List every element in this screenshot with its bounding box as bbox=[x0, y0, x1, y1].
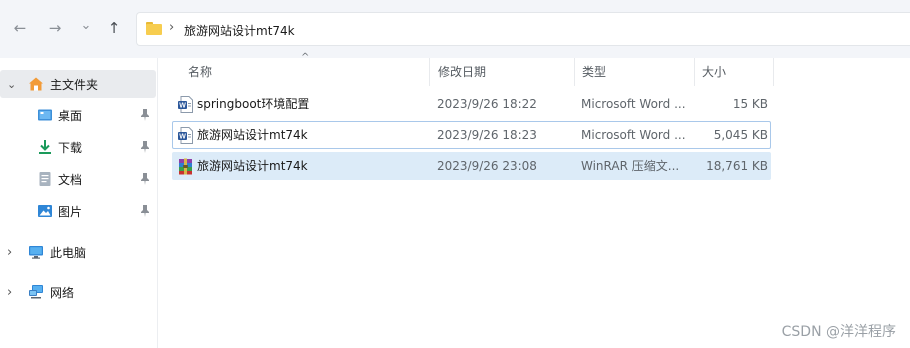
file-type: WinRAR 压缩文... bbox=[581, 159, 680, 173]
winrar-icon bbox=[179, 158, 192, 175]
file-name[interactable]: 旅游网站设计mt74k bbox=[197, 152, 427, 180]
chevron-down-icon[interactable]: ⌄ bbox=[7, 78, 16, 91]
file-date: 2023/9/26 23:08 bbox=[437, 159, 537, 173]
svg-text:W: W bbox=[179, 134, 186, 141]
folder-icon bbox=[146, 22, 162, 35]
pin-icon[interactable] bbox=[140, 109, 150, 121]
sidebar-item-documents[interactable]: 文档 bbox=[0, 165, 156, 193]
sidebar-item-desktop[interactable]: 桌面 bbox=[0, 101, 156, 129]
sidebar-item-network[interactable]: › 网络 bbox=[0, 278, 156, 306]
sidebar-item-this-pc[interactable]: › 此电脑 bbox=[0, 238, 156, 266]
column-header-type[interactable]: 类型 bbox=[574, 58, 693, 86]
file-name[interactable]: 旅游网站设计mt74k bbox=[197, 121, 427, 149]
sidebar-item-label: 网络 bbox=[50, 285, 75, 300]
sidebar-item-label: 主文件夹 bbox=[50, 77, 99, 92]
sidebar-item-downloads[interactable]: 下载 bbox=[0, 133, 156, 161]
word-icon: W bbox=[178, 96, 193, 113]
back-button[interactable]: ← bbox=[6, 14, 34, 42]
pin-icon[interactable] bbox=[140, 205, 150, 217]
column-divider[interactable] bbox=[773, 58, 774, 86]
file-row[interactable]: W springboot环境配置 2023/9/26 18:22 Microso… bbox=[172, 90, 771, 118]
file-size: 18,761 KB bbox=[706, 159, 768, 173]
computer-icon bbox=[29, 246, 43, 259]
sidebar-item-label: 桌面 bbox=[58, 108, 83, 123]
forward-arrow-icon: → bbox=[48, 19, 62, 37]
document-icon bbox=[39, 172, 51, 186]
recent-locations-button[interactable]: ⌄ bbox=[72, 11, 100, 39]
chevron-right-icon[interactable]: › bbox=[7, 245, 12, 260]
home-icon bbox=[29, 77, 43, 91]
up-button[interactable]: ↑ bbox=[100, 14, 128, 42]
desktop-icon bbox=[38, 109, 52, 121]
word-icon: W bbox=[178, 127, 193, 144]
breadcrumb-current-folder[interactable]: 旅游网站设计mt74k bbox=[184, 22, 295, 39]
sidebar-item-label: 文档 bbox=[58, 172, 83, 187]
navigation-bar: ← → ⌄ ↑ › 旅游网站设计mt74k bbox=[0, 0, 910, 58]
file-type: Microsoft Word ... bbox=[581, 128, 686, 142]
sidebar-item-home[interactable]: ⌄ 主文件夹 bbox=[0, 70, 156, 98]
sidebar-item-label: 图片 bbox=[58, 204, 83, 219]
sidebar-item-label: 下载 bbox=[58, 140, 83, 155]
file-date: 2023/9/26 18:22 bbox=[437, 97, 537, 111]
chevron-down-icon: ⌄ bbox=[80, 17, 92, 33]
file-date: 2023/9/26 18:23 bbox=[437, 128, 537, 142]
column-header-date[interactable]: 修改日期 bbox=[430, 58, 573, 86]
download-icon bbox=[39, 140, 51, 154]
chevron-right-icon[interactable]: › bbox=[7, 285, 12, 300]
breadcrumb-separator-icon[interactable]: › bbox=[169, 20, 174, 35]
file-size: 15 KB bbox=[732, 97, 768, 111]
picture-icon bbox=[38, 205, 52, 217]
file-type: Microsoft Word ... bbox=[581, 97, 686, 111]
sidebar-item-label: 此电脑 bbox=[50, 245, 87, 260]
pin-icon[interactable] bbox=[140, 141, 150, 153]
watermark: CSDN @洋洋程序 bbox=[781, 324, 896, 340]
svg-text:W: W bbox=[179, 103, 186, 110]
navigation-pane: ⌄ 主文件夹 桌面 下载 文档 图片 › 此电脑 › 网络 bbox=[0, 58, 158, 348]
address-bar[interactable]: › 旅游网站设计mt74k bbox=[136, 12, 910, 46]
forward-button[interactable]: → bbox=[41, 14, 69, 42]
column-header-size[interactable]: 大小 bbox=[694, 58, 772, 86]
up-arrow-icon: ↑ bbox=[107, 19, 121, 37]
file-row[interactable]: W 旅游网站设计mt74k 2023/9/26 18:23 Microsoft … bbox=[172, 121, 771, 149]
back-arrow-icon: ← bbox=[13, 19, 27, 37]
file-name[interactable]: springboot环境配置 bbox=[197, 90, 427, 118]
network-icon bbox=[29, 285, 43, 299]
file-row[interactable]: 旅游网站设计mt74k 2023/9/26 23:08 WinRAR 压缩文..… bbox=[172, 152, 771, 180]
sidebar-item-pictures[interactable]: 图片 bbox=[0, 197, 156, 225]
file-size: 5,045 KB bbox=[713, 128, 768, 142]
pin-icon[interactable] bbox=[140, 173, 150, 185]
column-header-name[interactable]: 名称 bbox=[180, 58, 428, 86]
